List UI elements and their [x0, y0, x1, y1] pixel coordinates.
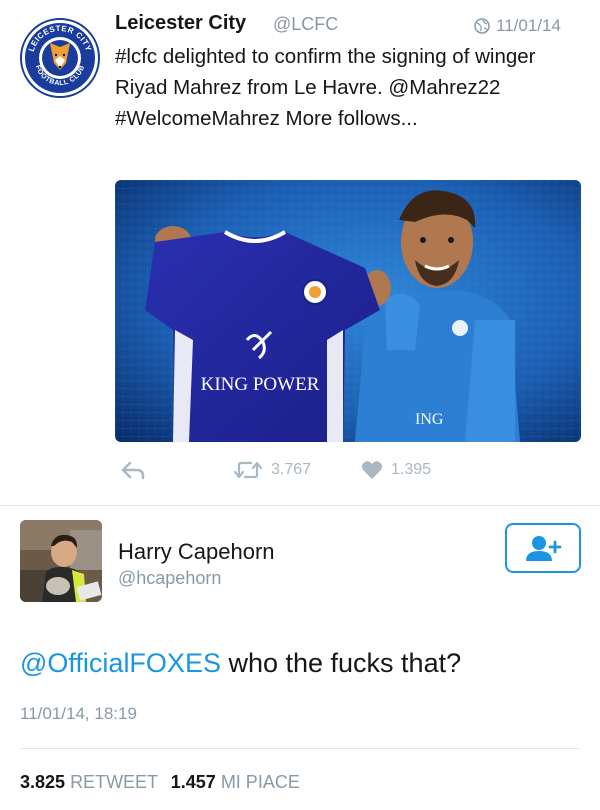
heart-icon	[361, 461, 383, 479]
reply-stats: 3.825 RETWEET 1.457 MI PIACE	[20, 772, 300, 793]
retweets-count[interactable]: 3.825	[20, 772, 65, 792]
reply-icon	[121, 461, 145, 480]
divider	[0, 505, 600, 506]
tweet-date[interactable]: 11/01/14	[474, 16, 561, 36]
shirt-sponsor-text: KING POWER	[201, 374, 320, 395]
retweet-button[interactable]: 3.767	[233, 460, 311, 480]
reply-text: @OfficialFOXES who the fucks that?	[20, 648, 461, 679]
reply-mention[interactable]: @OfficialFOXES	[20, 648, 221, 678]
globe-icon	[474, 18, 490, 34]
reply-author-name[interactable]: Harry Capehorn	[118, 539, 275, 565]
lcfc-crest-avatar[interactable]: LEICESTER CITY FOOTBALL CLUB	[20, 18, 100, 98]
shirt-partial-text: ING	[415, 411, 444, 428]
tweet-photo[interactable]: KING POWER ING	[115, 180, 581, 442]
retweet-count: 3.767	[271, 461, 312, 478]
reply-body: who the fucks that?	[220, 648, 462, 678]
reply-timestamp[interactable]: 11/01/14, 18:19	[20, 704, 137, 724]
likes-count[interactable]: 1.457	[171, 772, 216, 792]
reply-author-avatar[interactable]	[20, 520, 102, 602]
like-button[interactable]: 1.395	[361, 460, 431, 480]
follow-icon	[526, 536, 562, 561]
tweet-author-handle[interactable]: @LCFC	[273, 14, 338, 35]
retweets-label[interactable]: RETWEET	[70, 772, 158, 792]
tweet-author-name[interactable]: Leicester City	[115, 12, 246, 35]
likes-label[interactable]: MI PIACE	[221, 772, 300, 792]
divider	[20, 748, 580, 749]
reply-button[interactable]	[121, 460, 145, 480]
reply-author-handle[interactable]: @hcapehorn	[118, 568, 221, 589]
retweet-icon	[233, 461, 263, 479]
follow-button[interactable]	[505, 523, 581, 573]
tweet-date-text: 11/01/14	[496, 16, 561, 35]
tweet-text: #lcfc delighted to confirm the signing o…	[115, 45, 536, 130]
tweet-actions: 3.767 1.395	[115, 460, 585, 490]
like-count: 1.395	[391, 461, 432, 478]
original-tweet: LEICESTER CITY FOOTBALL CLUB Leicester C…	[0, 0, 600, 505]
